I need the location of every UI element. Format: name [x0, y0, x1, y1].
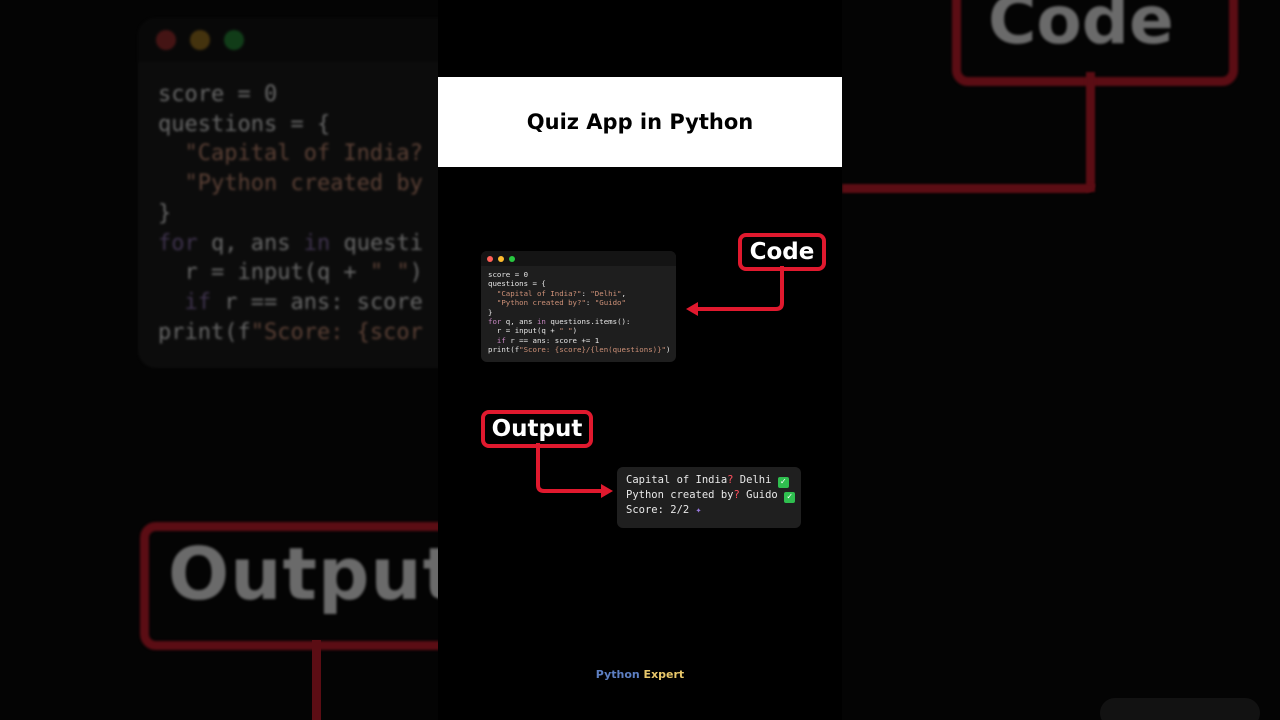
page-title: Quiz App in Python [526, 110, 754, 134]
background-connector-horizontal [842, 184, 1095, 193]
code-line: print(f"Score: {scor [158, 319, 423, 345]
code-window-titlebar [481, 251, 676, 266]
code-line: questions = { [488, 279, 546, 289]
output-label-text: Output [491, 416, 583, 442]
code-text: score = 0 questions = { "Capital of India… [488, 270, 670, 355]
code-label-text: Code [749, 239, 815, 265]
output-text: Capital of India? Delhi ✓ Python created … [626, 473, 796, 518]
code-line: if r == ans: score [184, 289, 423, 315]
background-left: score = 0 questions = { "Capital of India… [0, 0, 438, 720]
code-line: } [488, 307, 493, 317]
code-line: "Python created by?": "Guido" [496, 298, 626, 308]
code-line: } [158, 200, 172, 226]
minimize-dot-icon [498, 256, 504, 262]
brand-first: Python [595, 668, 640, 681]
maximize-dot-icon [509, 256, 515, 262]
output-line: Score: 2/2 ✦ [626, 504, 702, 516]
party-popper-icon: ✦ [695, 505, 702, 516]
code-line: r = input(q + " ") [488, 326, 578, 336]
code-line: print(f"Score: {score}/{len(questions)}"… [488, 345, 671, 355]
output-label: Output [481, 410, 593, 448]
check-icon: ✓ [777, 477, 789, 488]
code-line: for q, ans in questions.items(): [488, 317, 631, 327]
close-dot-icon [487, 256, 493, 262]
background-code-text: score = 0 questions = { "Capital of India… [158, 80, 423, 347]
output-console: Capital of India? Delhi ✓ Python created … [617, 467, 801, 528]
code-label: Code [738, 233, 826, 271]
code-line: r = input(q + " ") [158, 260, 423, 286]
code-line: questions = { [158, 111, 331, 137]
code-line: if r == ans: score += 1 [496, 335, 600, 345]
brand-second: Expert [639, 668, 685, 681]
code-line: "Capital of India?": "Delhi", [496, 288, 626, 298]
background-corner-shape [1100, 698, 1260, 720]
output-line: Python created by? Guido ✓ [626, 488, 796, 503]
code-line: score = 0 [488, 270, 529, 279]
background-code-label: Code [988, 0, 1174, 59]
brand-watermark: Python Expert [438, 668, 842, 681]
code-window: score = 0 questions = { "Capital of India… [481, 251, 676, 362]
code-arrow-head-icon [686, 302, 698, 316]
code-line: for q, ans in questi [158, 230, 423, 256]
title-banner: Quiz App in Python [438, 77, 842, 167]
background-connector-vertical [1086, 72, 1095, 192]
output-arrow [536, 443, 604, 493]
check-icon: ✓ [784, 492, 796, 503]
code-line: score = 0 [158, 82, 278, 107]
output-line: Capital of India? Delhi ✓ [626, 473, 795, 488]
output-arrow-head-icon [601, 484, 613, 498]
background-code-editor: score = 0 questions = { "Capital of India… [138, 18, 438, 368]
code-line: "Python created by [184, 171, 423, 197]
video-panel: Quiz App in Python score = 0 questions = … [438, 0, 842, 720]
code-line: "Capital of India? [184, 141, 423, 167]
background-right: Code [842, 0, 1280, 720]
bg-close-dot-icon [156, 30, 176, 50]
bg-minimize-dot-icon [190, 30, 210, 50]
code-arrow [694, 266, 784, 311]
background-connector [312, 640, 321, 720]
background-output-text: Output [168, 532, 438, 616]
bg-maximize-dot-icon [224, 30, 244, 50]
